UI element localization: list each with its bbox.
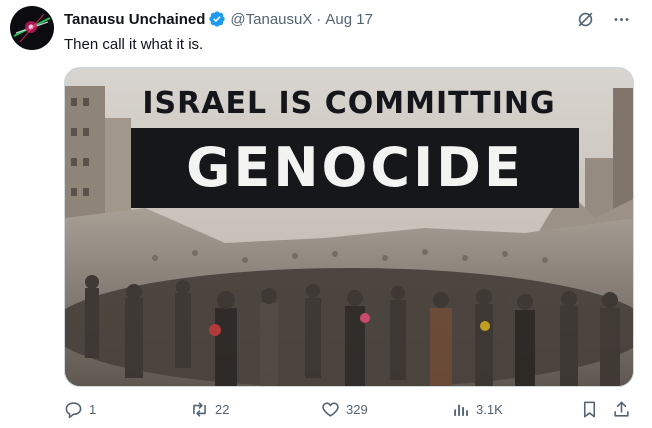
bookmark-button[interactable] <box>580 400 599 419</box>
avatar[interactable] <box>10 6 54 50</box>
tweet-header: Tanausu Unchained @TanausuX · Aug 17 <box>64 9 632 29</box>
views-button[interactable]: 3.1K <box>451 400 503 419</box>
repost-icon <box>193 402 206 417</box>
more-icon[interactable] <box>610 9 632 29</box>
heart-icon <box>322 402 339 417</box>
view-count: 3.1K <box>476 402 503 417</box>
media-image[interactable]: ISRAEL IS COMMITTING GENOCIDE <box>64 67 634 387</box>
handle[interactable]: @TanausuX <box>230 11 312 28</box>
reply-count: 1 <box>89 402 97 417</box>
like-count: 329 <box>346 402 368 417</box>
verified-badge-icon <box>208 10 226 28</box>
header-actions <box>574 9 632 29</box>
share-button[interactable] <box>612 400 631 419</box>
post-date[interactable]: Aug 17 <box>325 11 373 28</box>
tweet-text: Then call it what it is. <box>64 36 204 53</box>
tweet[interactable]: Tanausu Unchained @TanausuX · Aug 17 The… <box>0 0 652 428</box>
repost-button[interactable]: 22 <box>190 400 229 419</box>
share-icon <box>614 401 629 417</box>
repost-count: 22 <box>215 402 230 417</box>
views-icon <box>454 404 468 416</box>
reply-button[interactable]: 1 <box>64 400 96 419</box>
display-name[interactable]: Tanausu Unchained <box>64 11 205 28</box>
like-button[interactable]: 329 <box>321 400 368 419</box>
reply-icon <box>65 402 82 419</box>
grok-icon[interactable] <box>574 9 596 29</box>
headline-line-2: GENOCIDE <box>186 136 524 199</box>
bookmark-icon <box>583 401 596 418</box>
headline-line-1: ISRAEL IS COMMITTING <box>142 86 556 121</box>
action-bar: 1 22 329 3.1K <box>64 400 634 424</box>
separator-dot: · <box>316 10 322 28</box>
